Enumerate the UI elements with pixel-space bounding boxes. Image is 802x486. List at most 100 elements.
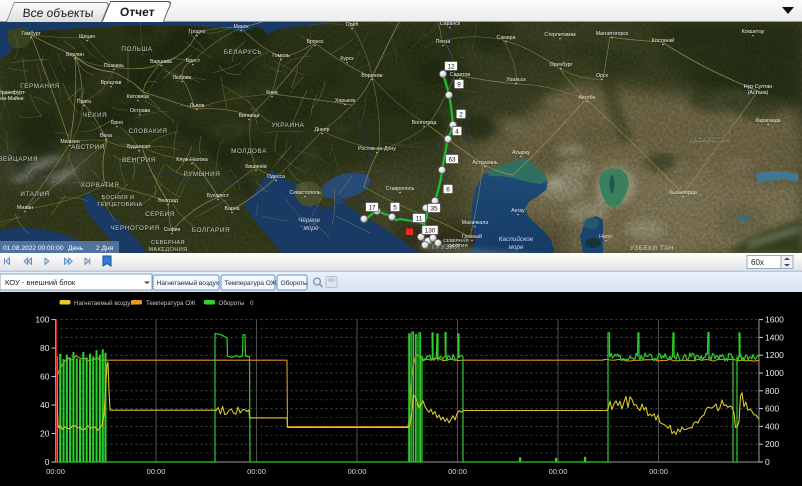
svg-text:5: 5 bbox=[393, 205, 397, 212]
svg-text:Нагнетаемый воздух: Нагнетаемый воздух bbox=[74, 300, 134, 307]
svg-text:400: 400 bbox=[765, 421, 779, 431]
svg-text:Орск: Орск bbox=[596, 73, 609, 79]
svg-text:800: 800 bbox=[765, 386, 779, 396]
svg-text:Вроцлав: Вроцлав bbox=[101, 80, 122, 86]
svg-text:2: 2 bbox=[459, 112, 463, 119]
svg-text:Гамбург: Гамбург bbox=[21, 31, 40, 37]
svg-text:ЧЕХИЯ: ЧЕХИЯ bbox=[83, 112, 108, 119]
svg-text:00:00: 00:00 bbox=[46, 467, 65, 476]
svg-text:Кызылорда: Кызылорда bbox=[669, 190, 697, 196]
svg-text:КОУ - внешний блок: КОУ - внешний блок bbox=[5, 278, 76, 287]
svg-text:Брест: Брест bbox=[186, 58, 201, 64]
svg-text:Махачкала: Махачкала bbox=[462, 220, 489, 226]
svg-text:София: София bbox=[164, 227, 181, 233]
svg-text:Харьков: Харьков bbox=[335, 98, 355, 104]
svg-text:Обороты: Обороты bbox=[219, 300, 245, 307]
svg-text:Уральск: Уральск bbox=[506, 77, 526, 83]
svg-text:(Астана): (Астана) bbox=[748, 90, 769, 96]
svg-text:Острава: Острава bbox=[130, 108, 150, 114]
svg-text:2 Дня: 2 Дня bbox=[96, 245, 114, 252]
svg-text:Кишинёв: Кишинёв bbox=[245, 164, 267, 170]
svg-text:4: 4 bbox=[455, 129, 459, 136]
svg-text:Магнитогорск: Магнитогорск bbox=[596, 31, 629, 37]
svg-text:Температура ОЖ: Температура ОЖ bbox=[225, 280, 278, 287]
svg-text:Ставрополь: Ставрополь bbox=[386, 186, 415, 192]
svg-text:0: 0 bbox=[250, 300, 254, 307]
svg-text:Белград: Белград bbox=[158, 198, 178, 204]
svg-text:Курск: Курск bbox=[340, 56, 354, 62]
svg-text:600: 600 bbox=[765, 404, 779, 414]
svg-text:35: 35 bbox=[430, 206, 438, 213]
svg-text:Орёл: Орёл bbox=[346, 22, 359, 28]
svg-text:СЕРБИЯ: СЕРБИЯ bbox=[145, 211, 175, 218]
svg-text:Варна: Варна bbox=[225, 206, 240, 212]
svg-text:Винница: Винница bbox=[239, 113, 260, 119]
svg-text:Щецин: Щецин bbox=[79, 34, 96, 40]
svg-text:60: 60 bbox=[40, 372, 50, 382]
svg-text:Волгоград: Волгоград bbox=[412, 120, 437, 126]
svg-text:УЗБЕКИ ТАН: УЗБЕКИ ТАН bbox=[630, 245, 674, 252]
svg-text:ПОЛЬША: ПОЛЬША bbox=[121, 46, 152, 53]
svg-text:ГЕРМАНИЯ: ГЕРМАНИЯ bbox=[20, 83, 60, 90]
svg-text:Минск: Минск bbox=[234, 24, 250, 30]
svg-text:БОСНИЯ И: БОСНИЯ И bbox=[102, 195, 135, 201]
svg-text:Катовице: Катовице bbox=[127, 94, 150, 100]
svg-text:ВЕНГРИЯ: ВЕНГРИЯ bbox=[122, 157, 156, 164]
svg-text:Прага: Прага bbox=[77, 99, 91, 105]
svg-text:00:00: 00:00 bbox=[247, 467, 266, 476]
svg-text:Люблин: Люблин bbox=[173, 75, 192, 81]
svg-text:Кокшетау: Кокшетау bbox=[742, 29, 765, 35]
svg-text:11: 11 bbox=[416, 216, 423, 223]
svg-text:Гродно: Гродно bbox=[189, 29, 206, 35]
svg-text:Саранск: Саранск bbox=[440, 22, 461, 27]
svg-text:0: 0 bbox=[45, 457, 50, 467]
svg-text:20: 20 bbox=[40, 429, 50, 439]
svg-text:1600: 1600 bbox=[765, 315, 784, 325]
svg-text:100: 100 bbox=[35, 315, 49, 325]
svg-text:Мюнхен: Мюнхен bbox=[60, 139, 79, 145]
svg-text:Температура ОЖ: Температура ОЖ bbox=[146, 300, 196, 307]
svg-text:Бухарест: Бухарест bbox=[207, 193, 230, 199]
svg-text:Одесса: Одесса bbox=[267, 174, 285, 180]
svg-text:Берлин: Берлин bbox=[66, 52, 84, 58]
svg-text:Воронеж: Воронеж bbox=[361, 73, 383, 79]
svg-text:Каспийское: Каспийское bbox=[499, 235, 534, 243]
svg-text:Милан: Милан bbox=[17, 205, 33, 211]
svg-text:ОСЕТИЯ: ОСЕТИЯ bbox=[448, 243, 467, 248]
svg-text:КАЗАХСТАН: КАЗАХСТАН bbox=[689, 136, 731, 143]
svg-text:6: 6 bbox=[446, 187, 450, 194]
svg-text:ИТАЛИЯ: ИТАЛИЯ bbox=[20, 191, 49, 198]
svg-text:Днепр: Днепр bbox=[315, 127, 330, 133]
svg-text:60x: 60x bbox=[751, 258, 764, 267]
svg-text:ЧЕРНОГОРИЯ: ЧЕРНОГОРИЯ bbox=[110, 225, 159, 232]
svg-text:200: 200 bbox=[765, 439, 779, 449]
svg-text:БОЛГАРИЯ: БОЛГАРИЯ bbox=[192, 227, 230, 234]
svg-text:00:00: 00:00 bbox=[147, 467, 166, 476]
svg-text:63: 63 bbox=[448, 157, 456, 164]
svg-text:Пенза: Пенза bbox=[436, 39, 451, 45]
svg-text:Киев: Киев bbox=[266, 90, 278, 96]
svg-text:Вена: Вена bbox=[100, 133, 112, 139]
svg-text:Львов: Львов bbox=[190, 103, 205, 109]
svg-text:9: 9 bbox=[457, 82, 461, 89]
svg-text:БЕЛАРУСЬ: БЕЛАРУСЬ bbox=[224, 49, 262, 56]
svg-text:Саратов: Саратов bbox=[450, 72, 471, 78]
svg-text:Варшава: Варшава bbox=[150, 59, 172, 65]
svg-text:80: 80 bbox=[40, 343, 50, 353]
svg-text:0: 0 bbox=[765, 457, 770, 467]
svg-text:12: 12 bbox=[447, 64, 455, 71]
svg-text:01.08.2022 00:00:00: 01.08.2022 00:00:00 bbox=[3, 245, 64, 252]
svg-text:Брно: Брно bbox=[111, 120, 123, 126]
svg-text:Атырау: Атырау bbox=[512, 150, 530, 156]
svg-text:Самара: Самара bbox=[497, 35, 516, 41]
svg-text:Нукус: Нукус bbox=[599, 234, 613, 240]
svg-text:Актобе: Актобе bbox=[579, 95, 596, 101]
svg-text:УКРАИНА: УКРАИНА bbox=[271, 122, 304, 129]
svg-text:40: 40 bbox=[40, 400, 50, 410]
svg-text:Караганда: Караганда bbox=[755, 118, 780, 124]
svg-text:Нагнетаемый воздух: Нагнетаемый воздух bbox=[157, 279, 220, 287]
svg-text:00:00: 00:00 bbox=[549, 467, 568, 476]
svg-text:1200: 1200 bbox=[765, 350, 784, 360]
svg-text:море: море bbox=[303, 225, 318, 232]
svg-text:ХОРВАТИЯ: ХОРВАТИЯ bbox=[81, 182, 120, 189]
